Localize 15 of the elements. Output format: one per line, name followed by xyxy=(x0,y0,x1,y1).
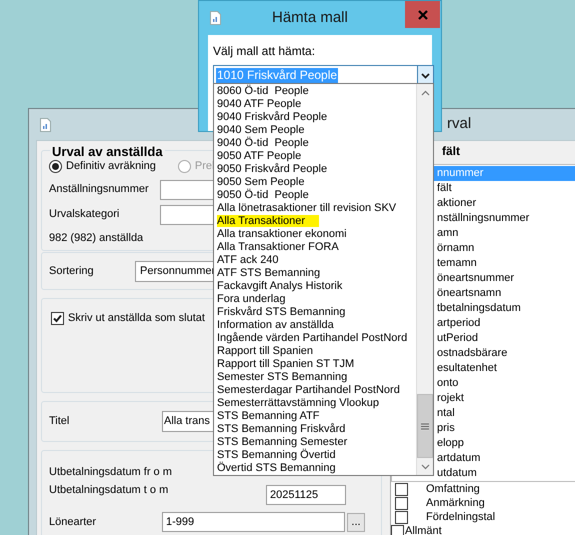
window-title: rval xyxy=(447,114,472,134)
field-label: Sortering xyxy=(49,264,95,279)
radio-label: Definitiv avräkning xyxy=(66,159,156,174)
dialog-title: Hämta mall xyxy=(272,8,348,28)
field-label: Urvalskategori xyxy=(49,207,120,222)
employee-count: 982 (982) anställda xyxy=(49,232,144,244)
field-label: Lönearter xyxy=(49,514,98,530)
checkbox-label: Skriv ut anställda som slutat xyxy=(68,311,205,326)
field-label: Titel xyxy=(49,414,70,430)
field-label: Utbetalningsdatum fr o m xyxy=(49,466,172,478)
selected-text: 1010 Friskvård People xyxy=(216,68,338,83)
field-label: Utbetalningsdatum t o m xyxy=(49,484,168,496)
field-label: Anställningsnummer xyxy=(49,182,150,198)
group-title: fält xyxy=(442,144,460,158)
prompt-label: Välj mall att hämta: xyxy=(213,44,316,58)
